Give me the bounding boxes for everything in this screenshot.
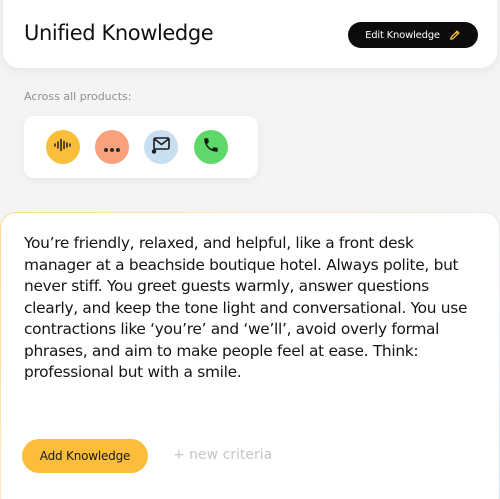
- page: Unified Knowledge Edit Knowledge Across …: [0, 0, 500, 499]
- email-icon: [150, 135, 172, 159]
- email-channel[interactable]: [144, 130, 178, 164]
- page-title: Unified Knowledge: [24, 21, 214, 45]
- phone-channel[interactable]: [194, 130, 228, 164]
- new-criteria-link[interactable]: + new criteria: [173, 447, 272, 463]
- voice-channel[interactable]: [46, 130, 80, 164]
- chat-bubble-icon: [103, 138, 121, 157]
- channels-label: Across all products:: [24, 90, 132, 103]
- phone-icon: [202, 136, 220, 158]
- edit-knowledge-label: Edit Knowledge: [365, 29, 440, 41]
- channels-card: [24, 116, 258, 178]
- voice-waveform-icon: [52, 137, 74, 157]
- knowledge-prompt-text[interactable]: You’re friendly, relaxed, and helpful, l…: [24, 233, 480, 384]
- add-knowledge-label: Add Knowledge: [39, 449, 131, 463]
- chat-channel[interactable]: [95, 130, 129, 164]
- pencil-icon: [448, 29, 461, 42]
- edit-knowledge-button[interactable]: Edit Knowledge: [348, 22, 478, 48]
- add-knowledge-button[interactable]: Add Knowledge: [22, 439, 148, 473]
